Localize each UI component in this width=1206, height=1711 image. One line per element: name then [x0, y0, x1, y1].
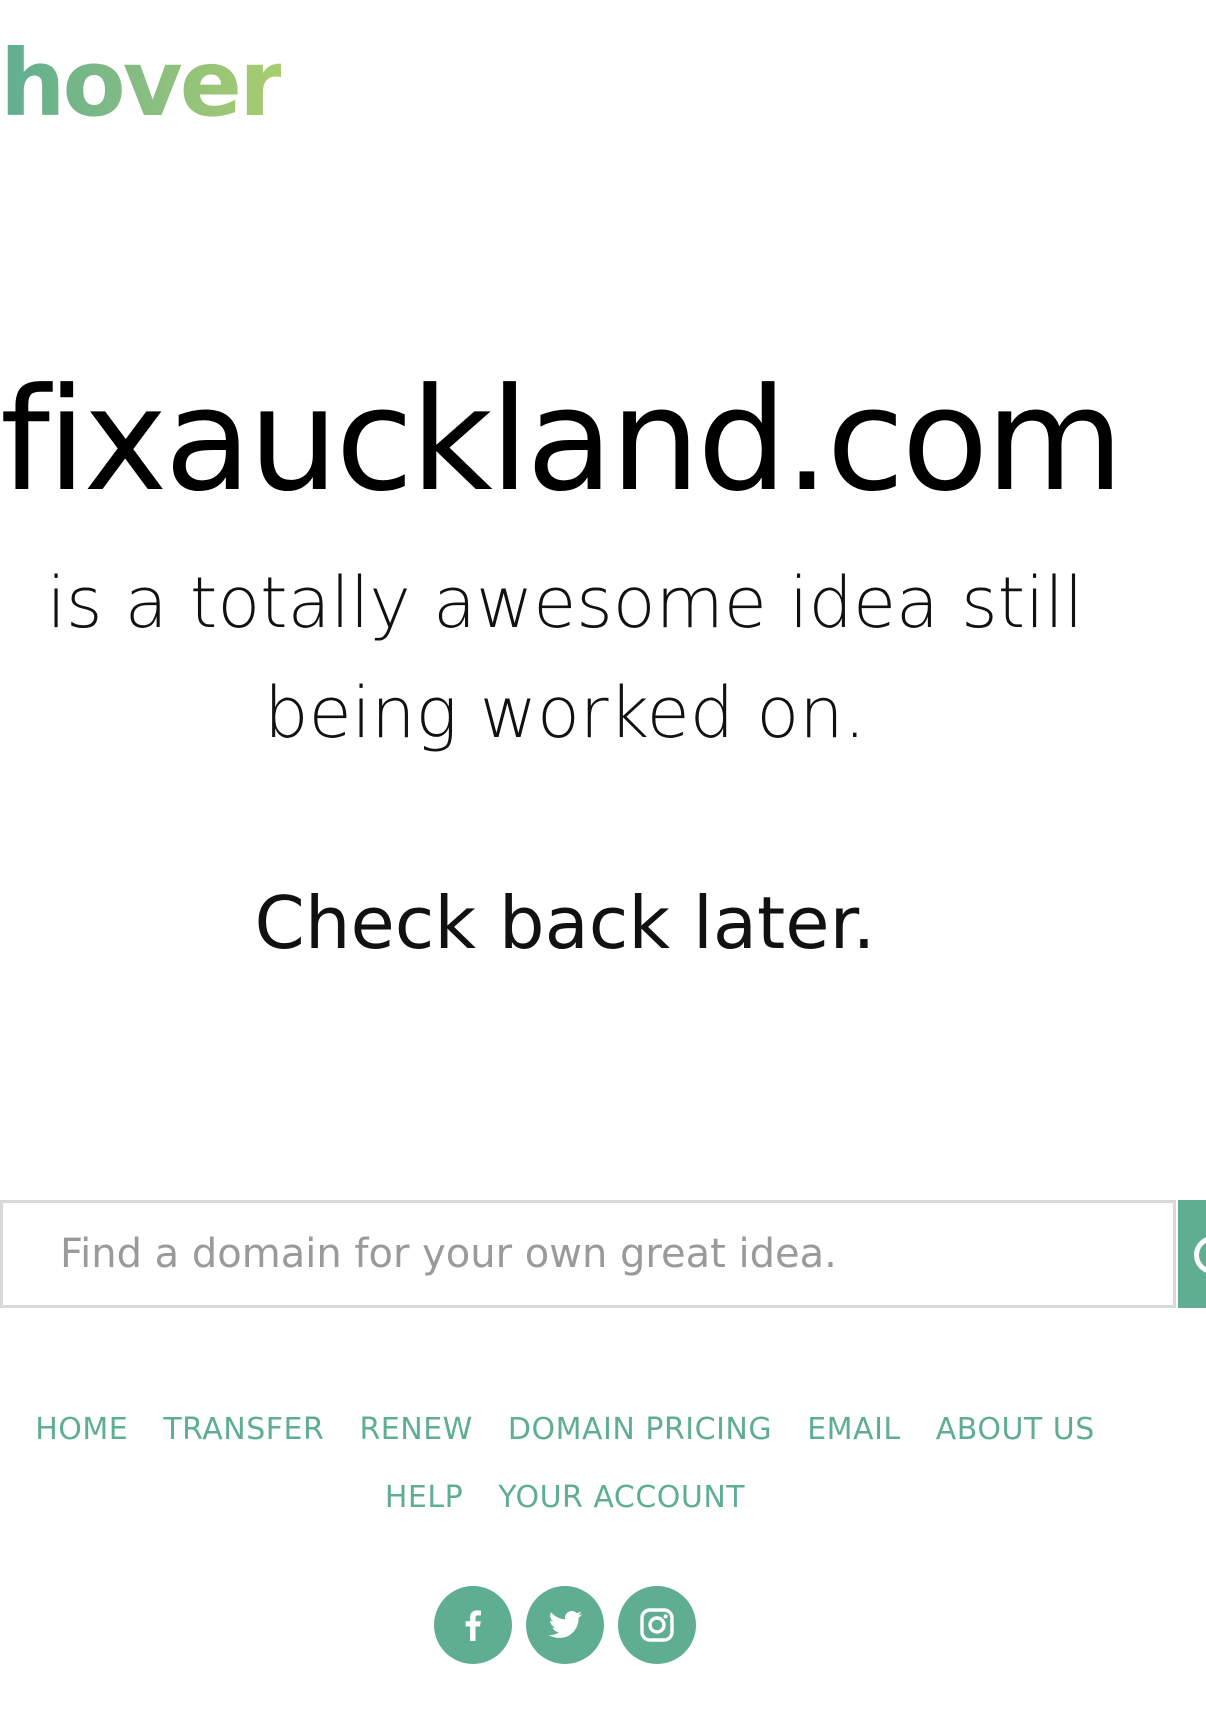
instagram-link[interactable] [618, 1586, 696, 1664]
nav-link-email[interactable]: EMAIL [807, 1408, 900, 1452]
hover-logo[interactable]: hover [0, 38, 284, 130]
domain-title: fixauckland.com [0, 358, 1124, 523]
twitter-link[interactable] [526, 1586, 604, 1664]
parked-domain-page: hover fixauckland.com is a totally aweso… [0, 0, 1206, 1711]
nav-link-renew[interactable]: RENEW [359, 1408, 472, 1452]
footer-nav: HOME TRANSFER RENEW DOMAIN PRICING EMAIL… [0, 1408, 1130, 1544]
tagline-line-2: being worked on. [264, 672, 866, 754]
check-back-message: Check back later. [254, 881, 876, 965]
footer-nav-row-2: HELP YOUR ACCOUNT [0, 1476, 1130, 1544]
search-button[interactable] [1178, 1200, 1206, 1308]
search-icon [1194, 1236, 1206, 1274]
domain-search-box [0, 1200, 1176, 1308]
tagline-line-1: is a totally awesome idea still [46, 562, 1084, 644]
nav-link-domain-pricing[interactable]: DOMAIN PRICING [508, 1408, 772, 1452]
social-links [0, 1586, 1130, 1664]
facebook-icon [465, 1610, 481, 1641]
tagline: is a totally awesome idea still being wo… [0, 548, 1130, 768]
nav-link-transfer[interactable]: TRANSFER [163, 1408, 324, 1452]
nav-link-about-us[interactable]: ABOUT US [936, 1408, 1095, 1452]
nav-link-home[interactable]: HOME [35, 1408, 128, 1452]
nav-link-your-account[interactable]: YOUR ACCOUNT [498, 1476, 745, 1520]
twitter-icon [548, 1611, 582, 1638]
instagram-icon [640, 1608, 674, 1642]
domain-search-input[interactable] [3, 1203, 1173, 1305]
facebook-link[interactable] [434, 1586, 512, 1664]
nav-link-help[interactable]: HELP [385, 1476, 463, 1520]
footer-nav-row-1: HOME TRANSFER RENEW DOMAIN PRICING EMAIL… [0, 1408, 1130, 1476]
